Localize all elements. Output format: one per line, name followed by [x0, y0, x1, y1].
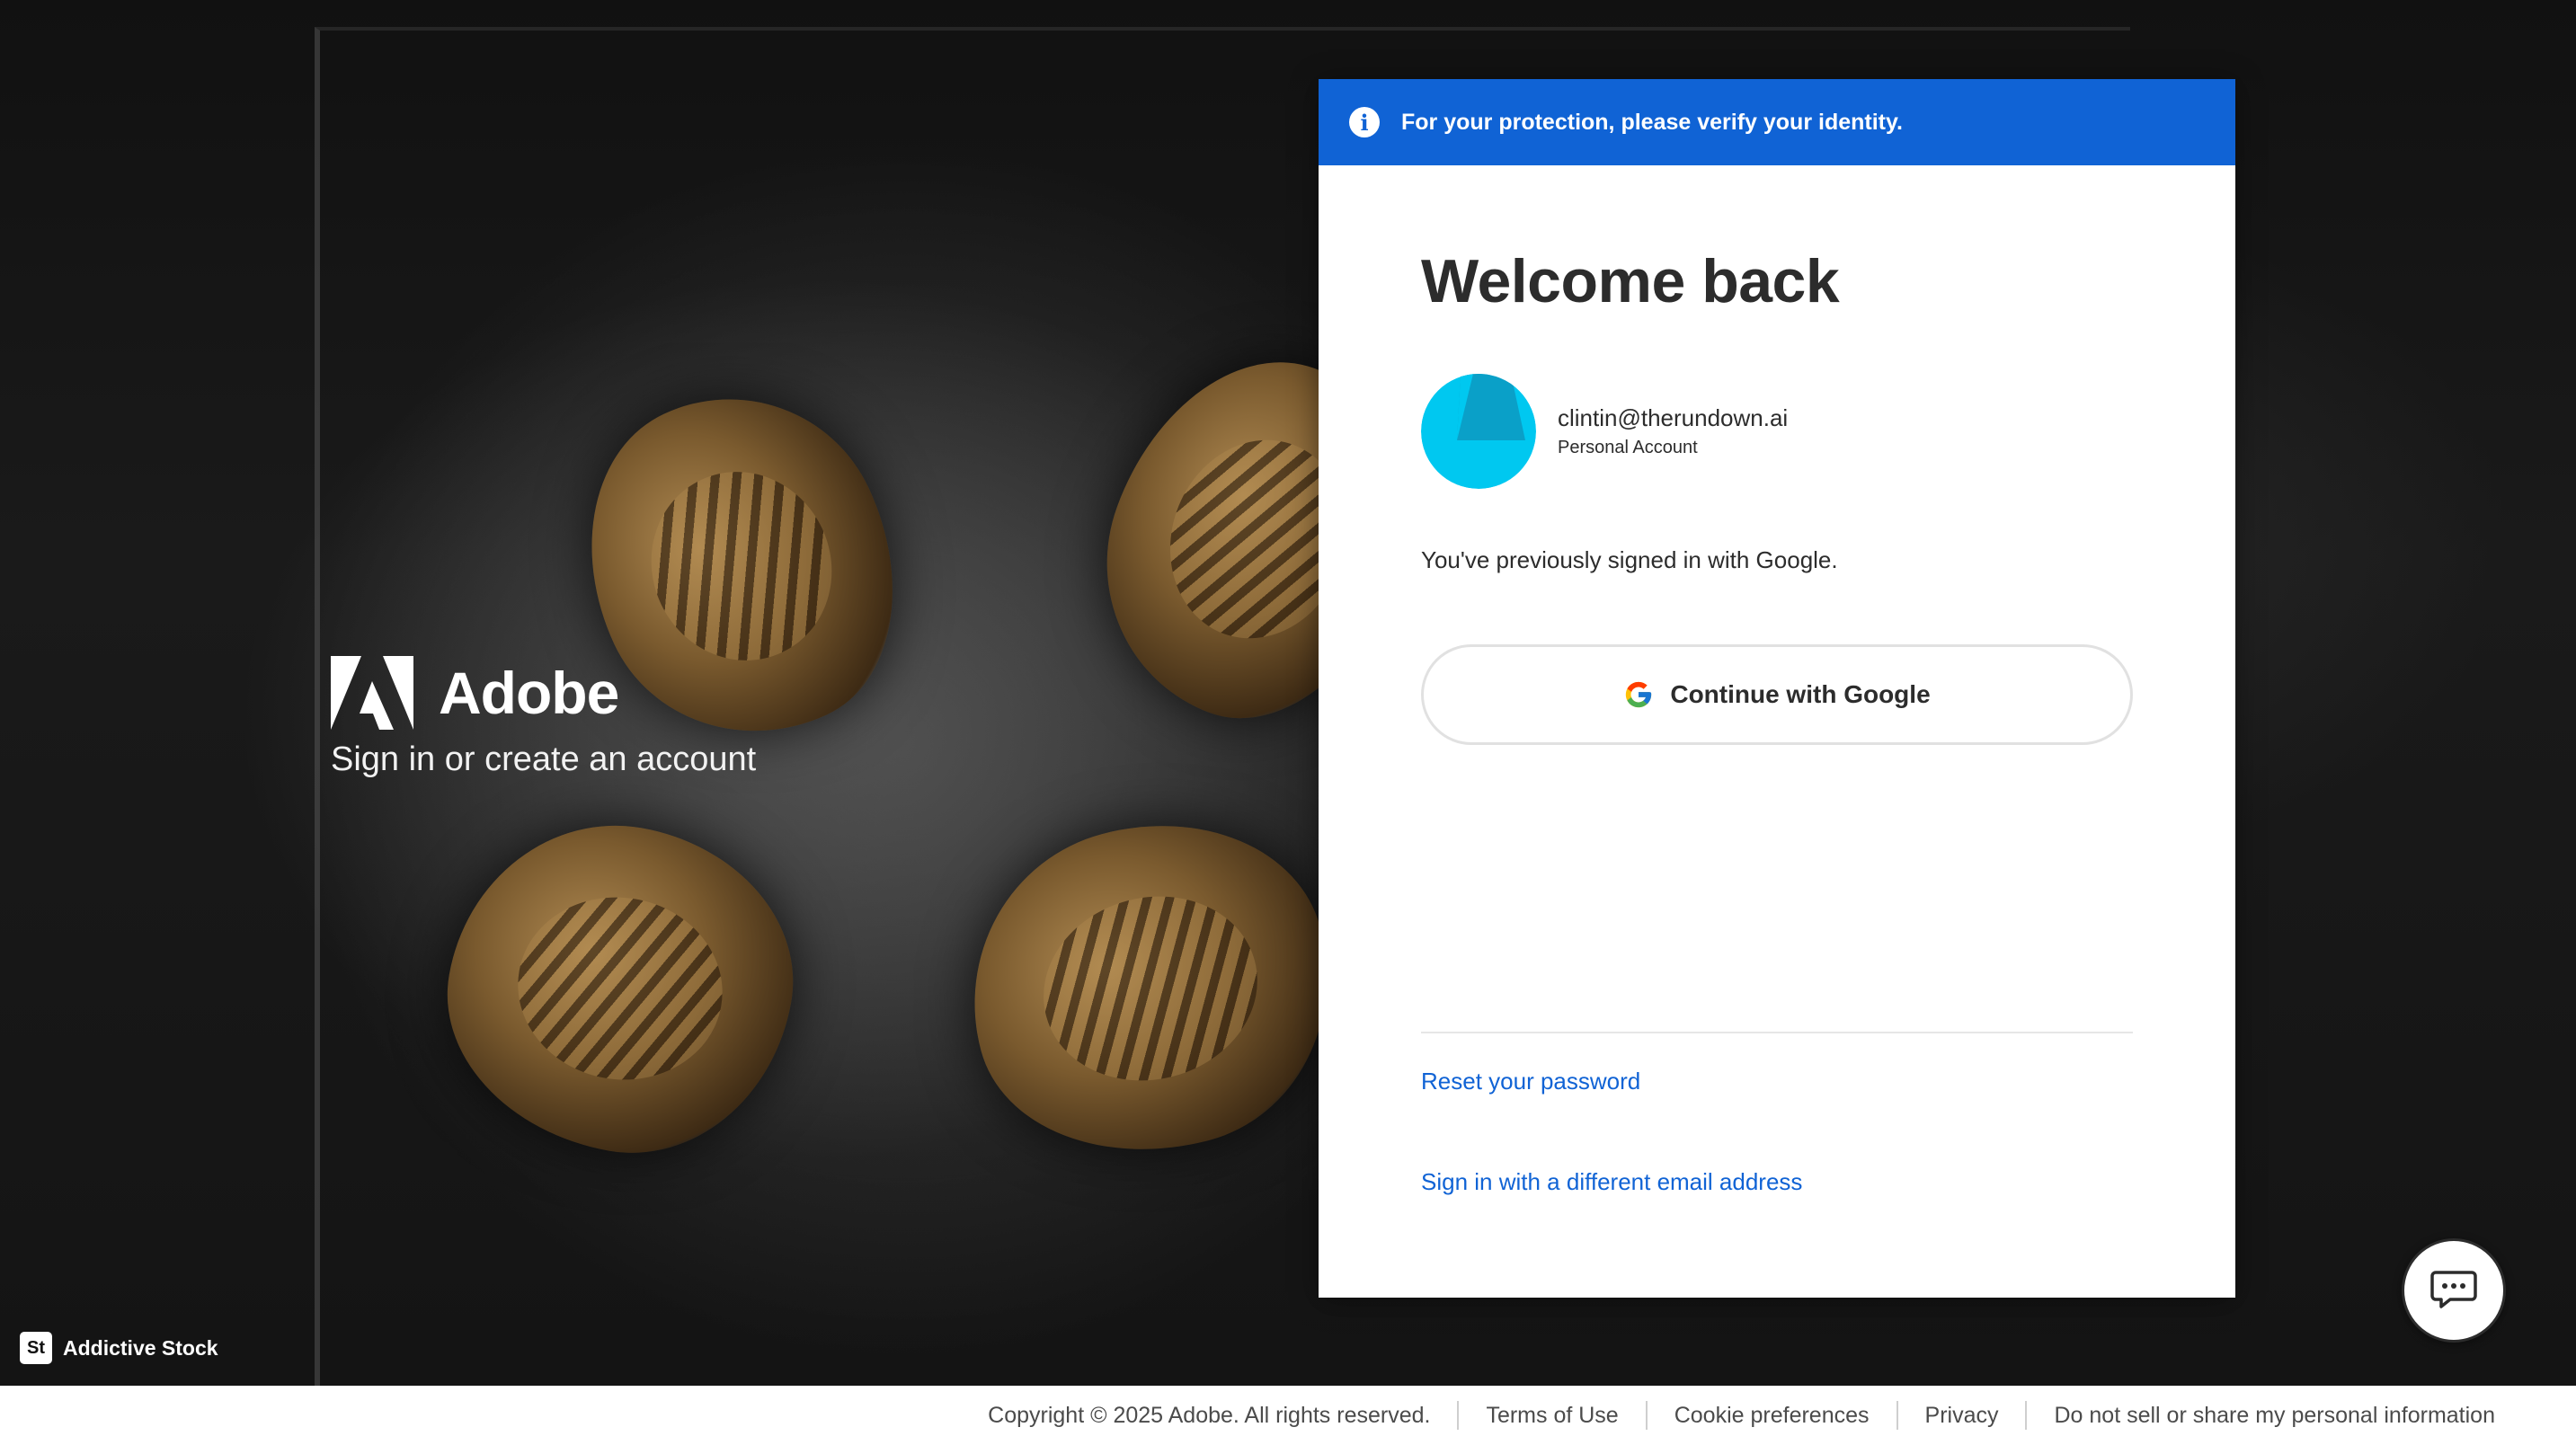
- footer-copyright: Copyright © 2025 Adobe. All rights reser…: [988, 1403, 1431, 1428]
- brand-tagline: Sign in or create an account: [331, 740, 757, 778]
- account-email: clintin@therundown.ai: [1558, 404, 1789, 431]
- chat-button[interactable]: [2402, 1238, 2506, 1343]
- footer-do-not-sell-link[interactable]: Do not sell or share my personal informa…: [2025, 1401, 2522, 1430]
- footer-cookie-preferences-link[interactable]: Cookie preferences: [1645, 1401, 1896, 1430]
- google-icon: [1626, 681, 1652, 708]
- previous-signin-text: You've previously signed in with Google.: [1421, 546, 1838, 573]
- continue-with-google-label: Continue with Google: [1670, 680, 1931, 708]
- divider: [1421, 1032, 2133, 1033]
- footer-privacy-link[interactable]: Privacy: [1896, 1401, 2026, 1430]
- account-type: Personal Account: [1558, 438, 1698, 457]
- brand-name: Adobe: [439, 660, 619, 726]
- continue-with-google-button[interactable]: Continue with Google: [1421, 644, 2133, 745]
- sign-in-card: i For your protection, please verify you…: [1319, 79, 2235, 1298]
- stock-credit: St Addictive Stock: [20, 1332, 218, 1364]
- reset-password-link[interactable]: Reset your password: [1421, 1068, 1640, 1095]
- stock-credit-text: Addictive Stock: [63, 1335, 218, 1360]
- adobe-brand: Adobe Sign in or create an account: [331, 656, 756, 779]
- different-email-link[interactable]: Sign in with a different email address: [1421, 1168, 1802, 1196]
- background-photo: Adobe Sign in or create an account St Ad…: [0, 0, 2576, 1386]
- footer-terms-link[interactable]: Terms of Use: [1457, 1401, 1645, 1430]
- verification-banner: i For your protection, please verify you…: [1319, 79, 2235, 165]
- info-icon: i: [1349, 107, 1380, 137]
- account-info: clintin@therundown.ai Personal Account: [1421, 374, 2133, 489]
- banner-text: For your protection, please verify your …: [1401, 109, 1903, 135]
- chat-icon: [2430, 1271, 2477, 1308]
- page-title: Welcome back: [1421, 247, 1840, 315]
- adobe-logo-icon: [331, 656, 413, 730]
- adobe-stock-icon: St: [20, 1332, 52, 1364]
- footer: Copyright © 2025 Adobe. All rights reser…: [0, 1386, 2576, 1445]
- avatar: [1421, 374, 1536, 489]
